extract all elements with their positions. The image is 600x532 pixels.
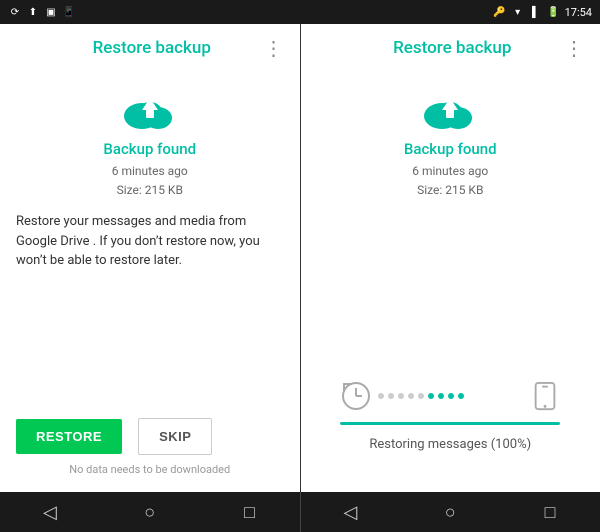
dot-3 bbox=[398, 393, 404, 399]
history-icon bbox=[340, 380, 372, 412]
right-backup-found-label: Backup found bbox=[317, 140, 585, 158]
left-buttons-row: RESTORE SKIP bbox=[16, 418, 284, 455]
right-minutes-ago: 6 minutes ago bbox=[317, 162, 585, 181]
dot-6 bbox=[428, 393, 434, 399]
phone-icon: 📱 bbox=[62, 5, 76, 19]
restoring-text: Restoring messages (100%) bbox=[369, 437, 531, 452]
dot-4 bbox=[408, 393, 414, 399]
battery-icon: 🔋 bbox=[547, 5, 561, 19]
left-nav: ◁ ○ □ bbox=[0, 492, 300, 532]
right-screen-title: Restore backup bbox=[341, 38, 565, 58]
left-backup-meta: 6 minutes ago Size: 215 KB bbox=[16, 162, 284, 200]
dot-7 bbox=[438, 393, 444, 399]
progress-bar bbox=[340, 422, 560, 425]
right-more-button[interactable]: ⋮ bbox=[564, 38, 584, 58]
time-display: 17:54 bbox=[565, 6, 592, 19]
left-description: Restore your messages and media from Goo… bbox=[16, 212, 284, 271]
right-back-button[interactable]: ◁ bbox=[334, 496, 366, 528]
right-cloud-icon-wrapper bbox=[317, 88, 585, 132]
lock-icon: 🔑 bbox=[493, 5, 507, 19]
wifi-icon: ▾ bbox=[511, 5, 525, 19]
status-bar: ⟳ ⬆ ▣ 📱 🔑 ▾ ▌ 🔋 17:54 bbox=[0, 0, 600, 24]
right-cloud-upload-icon bbox=[420, 88, 480, 132]
progress-bar-fill bbox=[340, 422, 560, 425]
sim-icon: ▣ bbox=[44, 5, 58, 19]
status-bar-left: ⟳ ⬆ ▣ 📱 bbox=[8, 5, 76, 19]
left-app-bar: Restore backup ⋮ bbox=[0, 24, 300, 72]
status-bar-right: 🔑 ▾ ▌ 🔋 17:54 bbox=[493, 5, 592, 19]
restore-button[interactable]: RESTORE bbox=[16, 419, 122, 454]
upload-icon: ⬆ bbox=[26, 5, 40, 19]
right-home-button[interactable]: ○ bbox=[434, 496, 466, 528]
bottom-nav: ◁ ○ □ ◁ ○ □ bbox=[0, 492, 600, 532]
signal-icon: ▌ bbox=[529, 5, 543, 19]
right-app-bar: Restore backup ⋮ bbox=[301, 24, 600, 72]
left-home-button[interactable]: ○ bbox=[134, 496, 166, 528]
left-screen: Restore backup ⋮ Backup found 6 minutes … bbox=[0, 24, 301, 492]
progress-section: Restoring messages (100%) bbox=[317, 380, 585, 476]
left-cloud-icon-wrapper bbox=[16, 88, 284, 132]
left-size: Size: 215 KB bbox=[16, 181, 284, 200]
dot-9 bbox=[458, 393, 464, 399]
left-minutes-ago: 6 minutes ago bbox=[16, 162, 284, 181]
right-screen-content: Backup found 6 minutes ago Size: 215 KB bbox=[301, 72, 600, 492]
dot-2 bbox=[388, 393, 394, 399]
left-recent-button[interactable]: □ bbox=[234, 496, 266, 528]
right-backup-meta: 6 minutes ago Size: 215 KB bbox=[317, 162, 585, 200]
skip-button[interactable]: SKIP bbox=[138, 418, 212, 455]
left-back-button[interactable]: ◁ bbox=[34, 496, 66, 528]
dot-5 bbox=[418, 393, 424, 399]
notification-icon: ⟳ bbox=[8, 5, 22, 19]
left-screen-content: Backup found 6 minutes ago Size: 215 KB … bbox=[0, 72, 300, 492]
right-size: Size: 215 KB bbox=[317, 181, 585, 200]
dots-container bbox=[378, 393, 524, 399]
right-nav: ◁ ○ □ bbox=[301, 492, 600, 532]
left-more-button[interactable]: ⋮ bbox=[264, 38, 284, 58]
right-screen: Restore backup ⋮ Backup found 6 minutes … bbox=[301, 24, 600, 492]
no-data-note: No data needs to be downloaded bbox=[16, 463, 284, 476]
left-screen-title: Restore backup bbox=[40, 38, 264, 58]
dot-1 bbox=[378, 393, 384, 399]
left-cloud-upload-icon bbox=[120, 88, 180, 132]
progress-track bbox=[340, 380, 560, 412]
left-backup-found-label: Backup found bbox=[16, 140, 284, 158]
dot-8 bbox=[448, 393, 454, 399]
phone-device-icon bbox=[530, 381, 560, 411]
screens-container: Restore backup ⋮ Backup found 6 minutes … bbox=[0, 24, 600, 492]
right-recent-button[interactable]: □ bbox=[534, 496, 566, 528]
